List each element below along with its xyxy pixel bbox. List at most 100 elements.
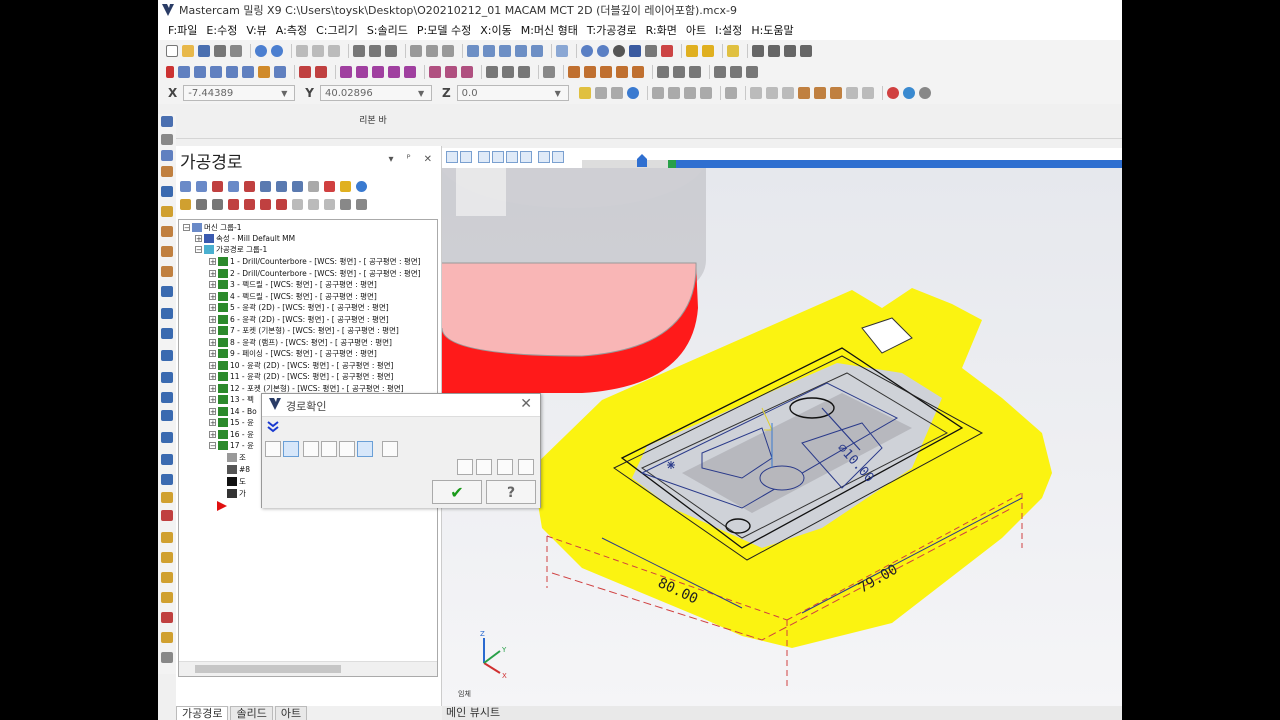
left-tool-28-icon[interactable] [161, 652, 173, 663]
holder-display-icon[interactable] [321, 441, 337, 457]
select-vertex-icon[interactable] [861, 87, 874, 99]
graphics-viewport[interactable]: 80.00 79.00 ⌀10.00 Z X Y 임체 [442, 146, 1122, 706]
expand-icon[interactable]: + [209, 350, 216, 358]
verify-mode-1-icon[interactable] [265, 441, 281, 457]
select-body-icon[interactable] [845, 87, 858, 99]
dimension-vertical-icon[interactable] [518, 65, 530, 78]
simulate-icon[interactable] [292, 180, 303, 192]
expand-icon[interactable]: + [209, 281, 216, 289]
select-solid-icon[interactable] [781, 87, 794, 99]
verify-mode-2-icon[interactable] [283, 441, 299, 457]
tree-op17-child-params[interactable]: 조 [227, 452, 246, 463]
menu-analyze[interactable]: A:측정 [276, 22, 307, 38]
level-icon[interactable] [752, 44, 764, 57]
left-tool-23-icon[interactable] [161, 552, 173, 563]
tree-machine-group[interactable]: − 머신 그룹-1 [183, 222, 241, 233]
tree-toolpath-group[interactable]: − 가공경로 그룹-1 [195, 244, 267, 255]
solid-extrude-icon[interactable] [568, 65, 580, 78]
expand-icon[interactable]: + [209, 269, 216, 277]
left-tool-21-icon[interactable] [161, 510, 173, 521]
y-dropdown-icon[interactable]: ▼ [418, 89, 428, 98]
xform-scale-icon[interactable] [388, 65, 400, 78]
break-icon[interactable] [315, 65, 327, 78]
tree-op17-child-geometry[interactable]: 도 [227, 476, 246, 487]
hatch-icon[interactable] [543, 65, 555, 78]
left-tool-5-icon[interactable] [161, 186, 173, 197]
view-orient-icon[interactable] [556, 44, 568, 57]
menu-machine-type[interactable]: M:머신 형태 [521, 22, 578, 38]
menu-create[interactable]: C:그리기 [316, 22, 358, 38]
left-tool-6-icon[interactable] [161, 206, 173, 217]
view-iso-icon[interactable] [515, 44, 527, 57]
left-tool-3-icon[interactable] [161, 150, 173, 161]
xform-offset-icon[interactable] [404, 65, 416, 78]
tree-op-5[interactable]: +5 - 윤곽 (2D) - [WCS: 평면] - [ 공구평면 : 평면] [209, 302, 389, 313]
progress-marker-icon[interactable] [637, 154, 647, 167]
grid-icon[interactable] [784, 44, 796, 57]
expand-icon[interactable]: + [209, 361, 216, 369]
post-g1-icon[interactable] [308, 180, 319, 192]
letters-icon[interactable] [274, 65, 286, 78]
z-dropdown-icon[interactable]: ▼ [555, 89, 565, 98]
scroll-insert-icon[interactable] [276, 198, 287, 210]
cursor-icon[interactable] [765, 87, 778, 99]
view-rotate-icon[interactable] [531, 44, 543, 57]
verify-icon[interactable] [724, 87, 737, 99]
menu-model-prep[interactable]: P:모델 수정 [417, 22, 471, 38]
expand-icon[interactable]: + [209, 430, 216, 438]
tree-op-3[interactable]: +3 - 펙드릴 - [WCS: 평면] - [ 공구평면 : 평면] [209, 279, 377, 290]
tree-op-1[interactable]: +1 - Drill/Counterbore - [WCS: 평면] - [ 공… [209, 256, 421, 267]
menu-help[interactable]: H:도움말 [751, 22, 793, 38]
rectangle-icon[interactable] [210, 65, 222, 78]
menu-xform[interactable]: X:이동 [480, 22, 511, 38]
stop-button[interactable] [460, 151, 472, 163]
undo-icon[interactable] [255, 44, 267, 57]
x-dropdown-icon[interactable]: ▼ [281, 89, 291, 98]
backplot-icon[interactable] [260, 180, 271, 192]
surface-2-icon[interactable] [673, 65, 685, 78]
point-icon[interactable] [166, 65, 174, 78]
tree-op-4[interactable]: +4 - 펙드릴 - [WCS: 평면] - [ 공구평면 : 평면] [209, 291, 377, 302]
copy-icon[interactable] [312, 44, 324, 57]
rapid-display-icon[interactable] [339, 441, 355, 457]
show-only-geometry-icon[interactable] [308, 198, 319, 210]
solid-revolve-icon[interactable] [584, 65, 596, 78]
left-tool-12-icon[interactable] [161, 328, 173, 339]
tree-op-16[interactable]: +16 - 윤 [209, 429, 254, 440]
verify-ops-icon[interactable] [276, 180, 287, 192]
menu-view[interactable]: V:뷰 [246, 22, 266, 38]
z-coordinate-input[interactable] [456, 85, 569, 101]
left-tool-4-icon[interactable] [161, 166, 173, 177]
save-icon[interactable] [198, 44, 210, 57]
info-icon[interactable] [382, 441, 398, 457]
drafting-note-icon[interactable] [445, 65, 457, 78]
redo-icon[interactable] [271, 44, 283, 57]
ops-help-icon[interactable] [356, 180, 367, 192]
expand-icon[interactable]: + [209, 315, 216, 323]
left-tool-27-icon[interactable] [161, 632, 173, 643]
expand-icon[interactable]: + [209, 327, 216, 335]
collapse-icon[interactable]: − [209, 442, 216, 450]
fillet-icon[interactable] [226, 65, 238, 78]
expand-down-icon[interactable] [266, 420, 282, 436]
expand-icon[interactable] [340, 198, 351, 210]
menu-file[interactable]: F:파일 [168, 22, 197, 38]
surface-3-icon[interactable] [689, 65, 701, 78]
expand-icon[interactable]: + [209, 338, 216, 346]
solid-loft-icon[interactable] [616, 65, 628, 78]
play-button[interactable] [446, 151, 458, 163]
left-tool-13-icon[interactable] [161, 350, 173, 361]
dimension-icon[interactable] [486, 65, 498, 78]
expand-icon[interactable]: + [209, 304, 216, 312]
delete-icon[interactable] [661, 44, 673, 57]
toggle-post-icon[interactable] [212, 198, 223, 210]
tree-horizontal-scrollbar[interactable] [179, 661, 437, 676]
attributes-icon[interactable] [768, 44, 780, 57]
step-lines-2-icon[interactable] [476, 459, 492, 475]
regen-selected-icon[interactable] [228, 180, 239, 192]
solid-shade-icon[interactable] [629, 44, 641, 57]
select-all-icon[interactable] [651, 87, 664, 99]
autocursor-icon[interactable] [578, 87, 591, 99]
tree-op-15[interactable]: +15 - 윤 [209, 417, 254, 428]
fast-forward-button[interactable] [520, 151, 532, 163]
